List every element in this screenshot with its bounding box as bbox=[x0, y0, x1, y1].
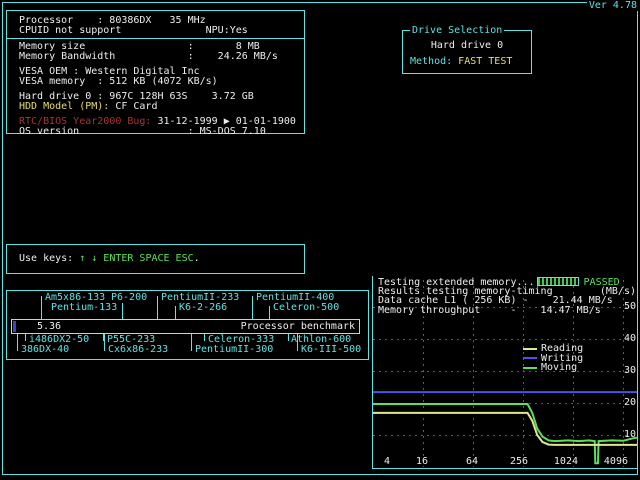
chart-units-label: (MB/s) bbox=[600, 287, 636, 297]
y-tick-label: 40 bbox=[624, 334, 636, 344]
x-tick-label: 4096 bbox=[604, 457, 628, 467]
progress-bar bbox=[537, 277, 579, 286]
result-line: Memory throughput - 14.47 MB/s bbox=[378, 306, 638, 316]
legend-swatch-writing bbox=[523, 357, 537, 359]
x-tick-label: 1024 bbox=[554, 457, 578, 467]
legend-row: Moving bbox=[523, 363, 583, 373]
legend-swatch-reading bbox=[523, 348, 537, 350]
x-tick-label: 16 bbox=[416, 457, 428, 467]
series-line-reading bbox=[373, 413, 637, 445]
chart-legend: ReadingWritingMoving bbox=[523, 344, 583, 373]
y-tick-label: 20 bbox=[624, 398, 636, 408]
dos-diagnostic-screen: Ver 4.78 Processor : 80386DX 35 MHzCPUID… bbox=[0, 0, 640, 480]
x-tick-label: 256 bbox=[510, 457, 528, 467]
legend-swatch-moving bbox=[523, 367, 537, 369]
y-tick-label: 10 bbox=[624, 430, 636, 440]
y-tick-label: 30 bbox=[624, 366, 636, 376]
x-tick-label: 4 bbox=[384, 457, 390, 467]
legend-label: Moving bbox=[541, 362, 577, 373]
x-tick-label: 64 bbox=[466, 457, 478, 467]
memory-timing-chart bbox=[0, 0, 640, 480]
